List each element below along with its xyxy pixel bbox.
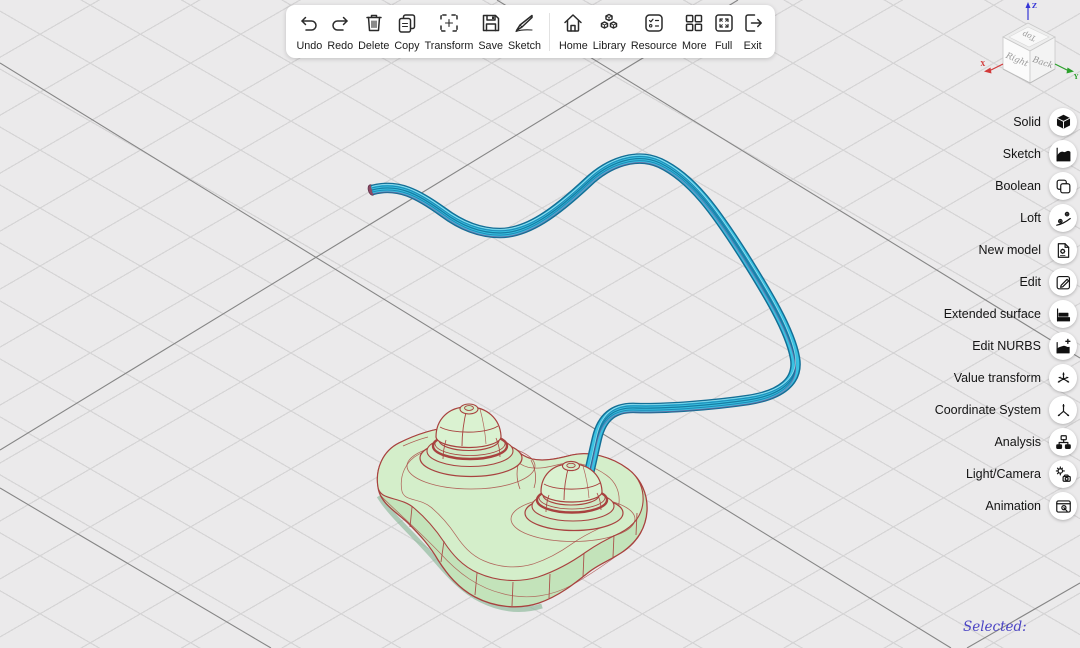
axis-x: X [981, 61, 1004, 74]
toolbar-label: Transform [425, 41, 474, 53]
axis-x-label: X [981, 61, 986, 68]
more-grid-icon [682, 11, 706, 40]
sidebar-label: Edit [1019, 275, 1041, 289]
sidebar-label: Loft [1020, 211, 1041, 225]
top-toolbar: Undo Redo Delete Copy Transform Save Ske… [286, 5, 775, 58]
axis-z-label: Z [1032, 2, 1037, 10]
sidebar-item-coordinate-system[interactable]: Coordinate System [935, 394, 1077, 426]
sidebar-label: Boolean [995, 179, 1041, 193]
sidebar-label: Analysis [994, 435, 1041, 449]
selection-status-label: Selected: [963, 619, 1027, 635]
sketch-knife-icon [512, 11, 536, 40]
toolbar-label: Undo [297, 41, 323, 53]
toolbar-label: Full [715, 41, 732, 53]
sidebar-label: Edit NURBS [972, 339, 1041, 353]
axis-z: Z [1026, 2, 1038, 20]
extended-surface-icon [1049, 300, 1077, 328]
resource-button[interactable]: Resource [628, 11, 679, 53]
controller-model[interactable] [367, 155, 796, 609]
sidebar-item-solid[interactable]: Solid [935, 106, 1077, 138]
save-button[interactable]: Save [476, 11, 506, 53]
home-button[interactable]: Home [556, 11, 590, 53]
sidebar-item-boolean[interactable]: Boolean [935, 170, 1077, 202]
sidebar-item-loft[interactable]: Loft [935, 202, 1077, 234]
sidebar-item-light-camera[interactable]: Light/Camera [935, 458, 1077, 490]
sidebar-label: Extended surface [944, 307, 1041, 321]
animation-icon [1049, 492, 1077, 520]
toolbar-label: Delete [358, 41, 389, 53]
view-cube[interactable]: Top Right Back Z X Y [980, 0, 1080, 95]
full-button[interactable]: Full [709, 11, 738, 53]
toolbar-divider [549, 13, 550, 51]
sidebar-item-extended-surface[interactable]: Extended surface [935, 298, 1077, 330]
sidebar-item-animation[interactable]: Animation [935, 490, 1077, 522]
toolbar-label: Library [593, 41, 626, 53]
more-button[interactable]: More [680, 11, 710, 53]
sidebar-label: Animation [985, 499, 1041, 513]
solid-cube-icon [1049, 108, 1077, 136]
toolbar-label: Redo [327, 41, 353, 53]
sidebar-label: Solid [1013, 115, 1041, 129]
delete-button[interactable]: Delete [356, 11, 392, 53]
axis-y: Y [1055, 64, 1079, 81]
loft-icon [1049, 204, 1077, 232]
value-transform-icon [1049, 364, 1077, 392]
sidebar-label: Sketch [1003, 147, 1041, 161]
light-camera-icon [1049, 460, 1077, 488]
toolbar-label: Resource [631, 41, 677, 53]
sidebar-label: Value transform [954, 371, 1041, 385]
sidebar-item-edit-nurbs[interactable]: Edit NURBS [935, 330, 1077, 362]
sidebar-label: New model [978, 243, 1041, 257]
sidebar-item-edit[interactable]: Edit [935, 266, 1077, 298]
home-icon [561, 11, 585, 40]
toolbar-label: Sketch [508, 41, 541, 53]
toolbar-label: Copy [394, 41, 419, 53]
save-icon [479, 11, 503, 40]
toolbar-label: More [682, 41, 707, 53]
library-button[interactable]: Library [590, 11, 628, 53]
sidebar-item-value-transform[interactable]: Value transform [935, 362, 1077, 394]
sidebar-label: Light/Camera [966, 467, 1041, 481]
new-model-icon [1049, 236, 1077, 264]
left-knob[interactable] [420, 404, 522, 477]
redo-button[interactable]: Redo [325, 11, 356, 53]
sidebar-item-analysis[interactable]: Analysis [935, 426, 1077, 458]
copy-button[interactable]: Copy [392, 11, 422, 53]
transform-button[interactable]: Transform [422, 11, 476, 53]
axis-y-label: Y [1073, 74, 1079, 81]
viewport-3d[interactable] [0, 0, 1080, 648]
exit-icon [741, 11, 765, 40]
resource-checklist-icon [642, 11, 666, 40]
redo-icon [328, 11, 352, 40]
boolean-icon [1049, 172, 1077, 200]
coordinate-system-icon [1049, 396, 1077, 424]
exit-button[interactable]: Exit [738, 11, 767, 53]
sidebar-item-new-model[interactable]: New model [935, 234, 1077, 266]
fullscreen-icon [712, 11, 736, 40]
toolbar-label: Save [478, 41, 503, 53]
toolbar-label: Exit [744, 41, 762, 53]
sketch-button[interactable]: Sketch [505, 11, 543, 53]
right-sidebar: Solid Sketch Boolean Loft New model Edit… [935, 106, 1077, 522]
edit-pencil-icon [1049, 268, 1077, 296]
analysis-icon [1049, 428, 1077, 456]
library-cubes-icon [597, 11, 621, 40]
toolbar-label: Home [559, 41, 588, 53]
transform-icon [437, 11, 461, 40]
trash-icon [362, 11, 386, 40]
sidebar-label: Coordinate System [935, 403, 1041, 417]
copy-icon [395, 11, 419, 40]
undo-icon [297, 11, 321, 40]
edit-nurbs-icon [1049, 332, 1077, 360]
app-window: Undo Redo Delete Copy Transform Save Ske… [0, 0, 1080, 648]
undo-button[interactable]: Undo [294, 11, 325, 53]
sidebar-item-sketch[interactable]: Sketch [935, 138, 1077, 170]
sketch-area-icon [1049, 140, 1077, 168]
